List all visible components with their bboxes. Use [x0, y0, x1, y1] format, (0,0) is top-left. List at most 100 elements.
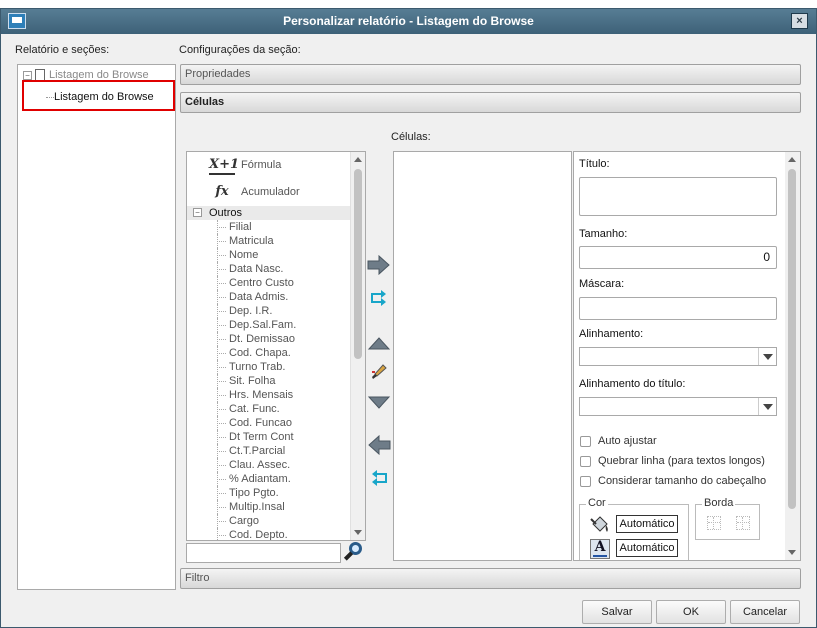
- accumulator-icon: fx: [215, 184, 229, 199]
- field-formula[interactable]: X+1 Fórmula: [187, 152, 351, 179]
- move-up-button[interactable]: [367, 335, 391, 357]
- sections-label: Relatório e seções:: [15, 44, 110, 56]
- remove-all-fields-button[interactable]: [367, 467, 391, 489]
- properties-scrollbar[interactable]: [785, 152, 800, 560]
- background-strip: [0, 0, 817, 8]
- size-label: Tamanho:: [579, 228, 628, 240]
- field-item[interactable]: Multip.Insal: [187, 500, 351, 514]
- remove-all-icon: [372, 470, 387, 486]
- field-item[interactable]: Sit. Folha: [187, 374, 351, 388]
- title-input[interactable]: [579, 177, 777, 216]
- cancel-button[interactable]: Cancelar: [730, 600, 800, 624]
- border-group-title: Borda: [702, 497, 736, 509]
- triangle-up-icon: [367, 337, 391, 350]
- scroll-thumb[interactable]: [788, 169, 796, 509]
- field-item[interactable]: Hrs. Mensais: [187, 388, 351, 402]
- color-group-title: Cor: [586, 497, 608, 509]
- fields-scrollbar[interactable]: [350, 152, 365, 540]
- cells-label: Células:: [391, 131, 431, 143]
- field-item[interactable]: Cod. Funcao: [187, 416, 351, 430]
- field-item[interactable]: Cod. Chapa.: [187, 346, 351, 360]
- arrow-right-icon: [367, 254, 390, 276]
- fill-color-button[interactable]: Automático: [616, 515, 678, 533]
- alignment-select[interactable]: [579, 347, 777, 366]
- add-all-fields-button[interactable]: [367, 287, 391, 309]
- checkbox-label: Auto ajustar: [598, 435, 657, 447]
- alignment-label: Alinhamento:: [579, 328, 644, 340]
- ok-button[interactable]: OK: [656, 600, 726, 624]
- border-group: Borda: [695, 497, 760, 540]
- font-color-button[interactable]: Automático: [616, 539, 678, 557]
- field-item[interactable]: Dt Term Cont: [187, 430, 351, 444]
- move-down-button[interactable]: [367, 395, 391, 417]
- field-item[interactable]: Dep.Sal.Fam.: [187, 318, 351, 332]
- field-group-outros[interactable]: − Outros: [187, 206, 351, 220]
- field-item[interactable]: Matricula: [187, 234, 351, 248]
- auto-adjust-checkbox[interactable]: Auto ajustar: [580, 435, 657, 447]
- formula-icon: X+1: [209, 156, 239, 175]
- field-item[interactable]: Tipo Pgto.: [187, 486, 351, 500]
- checkbox-icon[interactable]: [580, 455, 591, 467]
- arrow-left-icon: [368, 434, 391, 456]
- field-item[interactable]: Cat. Func.: [187, 402, 351, 416]
- title-alignment-select[interactable]: [579, 397, 777, 416]
- collapse-icon[interactable]: −: [23, 70, 32, 80]
- close-button[interactable]: ×: [791, 13, 808, 29]
- section-cells[interactable]: Células: [180, 92, 801, 113]
- triangle-down-icon: [367, 396, 391, 409]
- wrap-line-checkbox[interactable]: Quebrar linha (para textos longos): [580, 455, 765, 467]
- title-bar: Personalizar relatório - Listagem do Bro…: [1, 9, 816, 34]
- title-label: Título:: [579, 158, 610, 170]
- collapse-icon[interactable]: −: [193, 208, 202, 217]
- checkbox-label: Quebrar linha (para textos longos): [598, 455, 765, 467]
- scroll-down-icon[interactable]: [354, 530, 362, 535]
- mask-label: Máscara:: [579, 278, 625, 290]
- border-inner-icon[interactable]: [736, 516, 750, 530]
- chevron-down-icon[interactable]: [758, 398, 776, 415]
- field-search-input[interactable]: [186, 543, 341, 563]
- config-label: Configurações da seção:: [179, 44, 301, 56]
- checkbox-icon[interactable]: [580, 435, 591, 447]
- section-filter[interactable]: Filtro: [180, 568, 801, 589]
- group-label: Outros: [209, 207, 243, 219]
- scroll-up-icon[interactable]: [788, 157, 796, 162]
- field-item[interactable]: % Adiantam.: [187, 472, 351, 486]
- field-label: Acumulador: [241, 186, 300, 198]
- field-item[interactable]: Turno Trab.: [187, 360, 351, 374]
- add-all-icon: [371, 290, 386, 306]
- mask-input[interactable]: [579, 297, 777, 320]
- fields-list-panel: X+1 Fórmula fx Acumulador − Outros Filia…: [186, 151, 366, 541]
- search-icon[interactable]: [343, 540, 365, 562]
- checkbox-label: Considerar tamanho do cabeçalho: [598, 475, 767, 487]
- field-item[interactable]: Nome: [187, 248, 351, 262]
- checkbox-icon[interactable]: [580, 475, 591, 487]
- field-item[interactable]: Dt. Demissao: [187, 332, 351, 346]
- field-item[interactable]: Ct.T.Parcial: [187, 444, 351, 458]
- field-item[interactable]: Dep. I.R.: [187, 304, 351, 318]
- field-item[interactable]: Centro Custo: [187, 276, 351, 290]
- section-properties[interactable]: Propriedades: [180, 64, 801, 85]
- edit-cell-button[interactable]: [367, 362, 391, 384]
- remove-field-button[interactable]: [367, 434, 391, 457]
- size-input[interactable]: 0: [579, 246, 777, 269]
- scroll-thumb[interactable]: [354, 169, 362, 359]
- add-field-button[interactable]: [367, 254, 391, 277]
- field-item[interactable]: Data Nasc.: [187, 262, 351, 276]
- scroll-up-icon[interactable]: [354, 157, 362, 162]
- window-title: Personalizar relatório - Listagem do Bro…: [283, 14, 534, 28]
- dialog-window: Personalizar relatório - Listagem do Bro…: [0, 8, 817, 628]
- scroll-down-icon[interactable]: [788, 550, 796, 555]
- border-all-icon[interactable]: [707, 516, 721, 530]
- field-item[interactable]: Cod. Depto.: [187, 528, 351, 540]
- field-item[interactable]: Data Admis.: [187, 290, 351, 304]
- field-item[interactable]: Cargo: [187, 514, 351, 528]
- save-button[interactable]: Salvar: [582, 600, 652, 624]
- cells-list[interactable]: [393, 151, 572, 561]
- field-item[interactable]: Filial: [187, 220, 351, 234]
- brush-icon: [372, 364, 387, 379]
- chevron-down-icon[interactable]: [758, 348, 776, 365]
- field-accumulator[interactable]: fx Acumulador: [187, 179, 351, 206]
- header-size-checkbox[interactable]: Considerar tamanho do cabeçalho: [580, 475, 766, 487]
- fields-list: X+1 Fórmula fx Acumulador − Outros Filia…: [187, 152, 351, 540]
- field-item[interactable]: Clau. Assec.: [187, 458, 351, 472]
